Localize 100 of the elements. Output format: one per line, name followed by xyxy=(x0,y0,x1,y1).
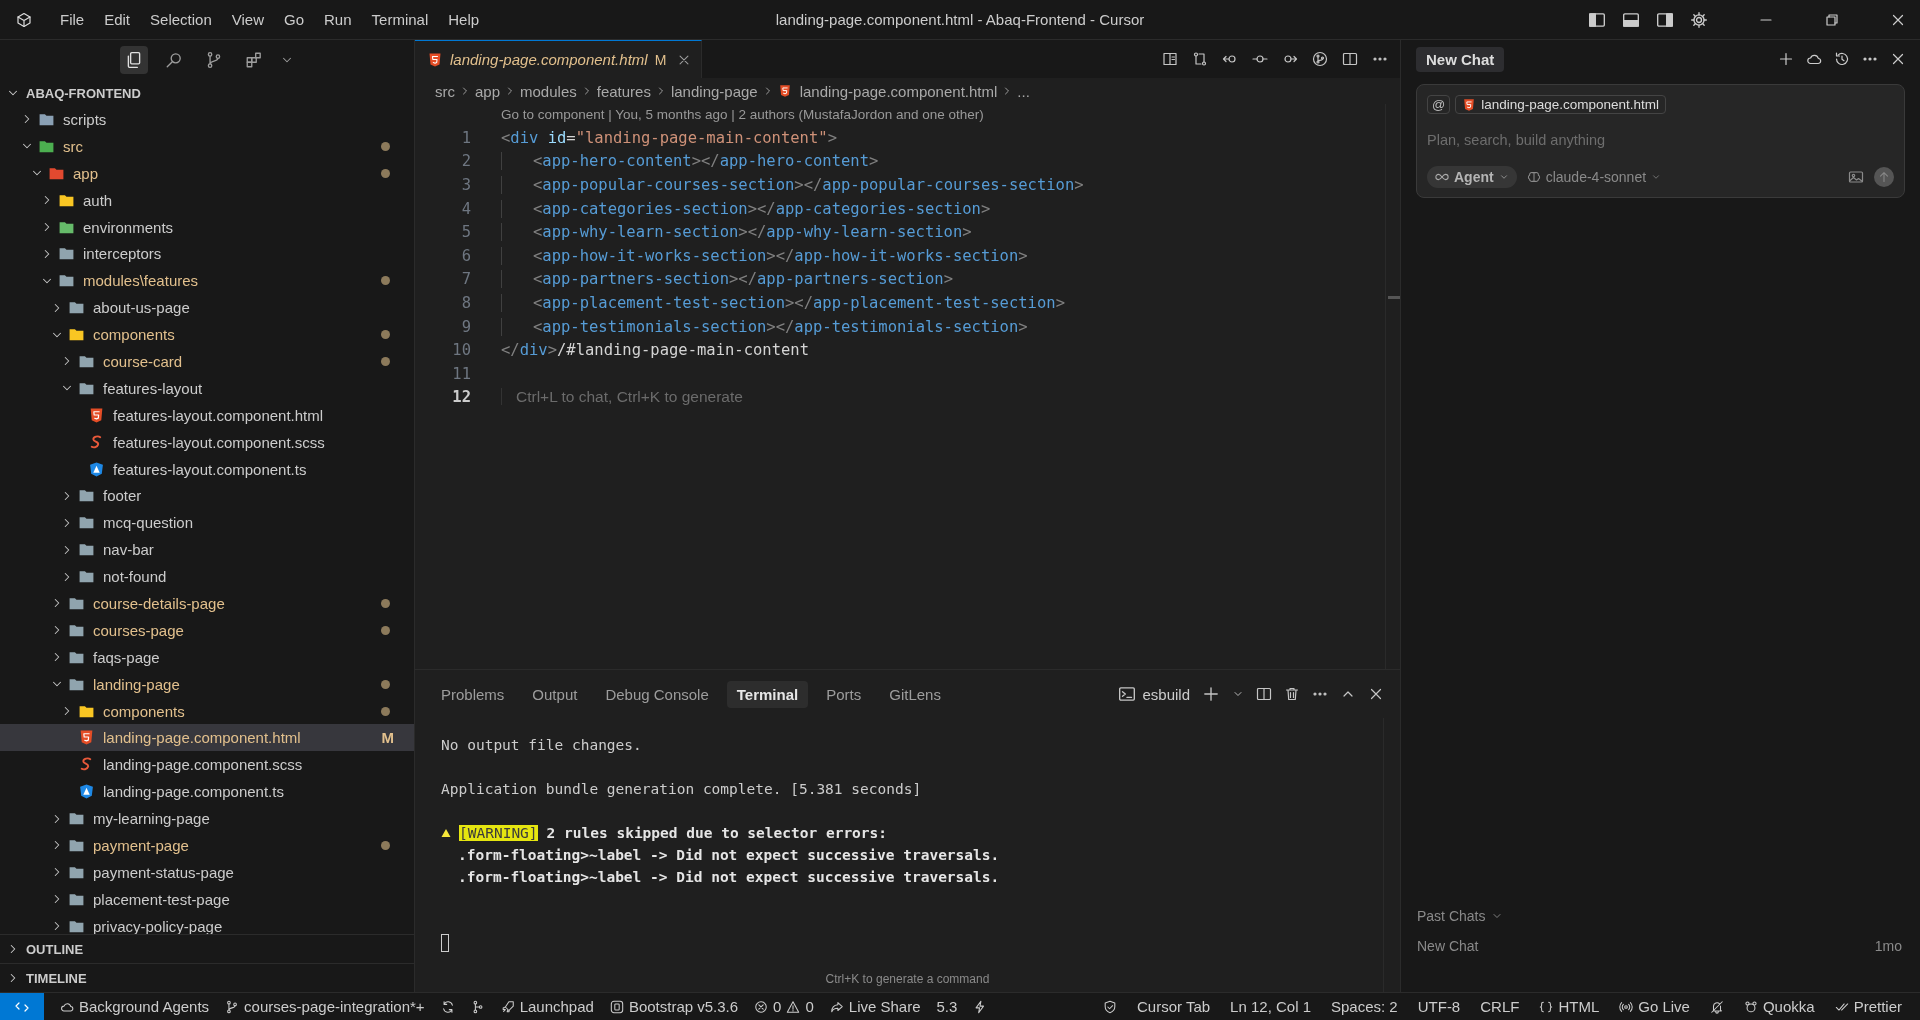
file-tree-item[interactable]: landing-page.component.ts xyxy=(0,778,414,806)
model-dropdown[interactable]: claude-4-sonnet xyxy=(1526,169,1662,185)
file-tree-item[interactable]: app xyxy=(0,159,414,187)
plus-icon[interactable] xyxy=(1202,685,1220,703)
status-item[interactable]: Ln 12, Col 1 xyxy=(1230,998,1311,1015)
status-item[interactable]: Cursor Tab xyxy=(1137,998,1211,1015)
status-item[interactable]: UTF-8 xyxy=(1417,998,1461,1015)
file-tree-item[interactable]: modules\features xyxy=(0,267,414,295)
mention-button[interactable]: @ xyxy=(1427,95,1451,114)
split-icon[interactable] xyxy=(1256,686,1272,702)
split-editor-icon[interactable] xyxy=(1342,51,1358,67)
file-tree-item[interactable]: about-us-page xyxy=(0,294,414,322)
file-tree-item[interactable]: course-card xyxy=(0,348,414,375)
file-tree-item[interactable]: footer xyxy=(0,482,414,510)
history-icon[interactable] xyxy=(1834,51,1850,67)
plus-icon[interactable] xyxy=(1778,51,1794,67)
chat-input-box[interactable]: @ landing-page.component.html Plan, search, build anything Agent claude-4-sonnet xyxy=(1416,84,1905,198)
mode-dropdown[interactable]: Agent xyxy=(1427,166,1517,188)
past-chats-header[interactable]: Past Chats xyxy=(1417,908,1486,924)
file-tree-item[interactable]: environments xyxy=(0,213,414,241)
status-item[interactable]: Spaces: 2 xyxy=(1331,998,1398,1015)
breadcrumb-item[interactable]: features xyxy=(596,82,651,100)
git-graph-icon[interactable] xyxy=(1312,51,1328,67)
file-tree-item[interactable]: features-layout.component.html xyxy=(0,401,414,429)
preview-icon[interactable] xyxy=(1162,51,1178,67)
view-tab[interactable] xyxy=(120,46,148,74)
toggle-panel-icon[interactable] xyxy=(1622,10,1640,29)
panel-tab[interactable]: Terminal xyxy=(726,680,809,708)
file-tree-item[interactable]: landing-page.component.scss xyxy=(0,751,414,779)
bell-off-icon[interactable] xyxy=(1709,999,1724,1014)
menu-item[interactable]: Selection xyxy=(150,11,212,28)
restore-icon[interactable] xyxy=(1824,11,1840,28)
compare-icon[interactable] xyxy=(1192,51,1208,67)
close-icon[interactable] xyxy=(1368,686,1384,702)
panel-tab[interactable]: Debug Console xyxy=(595,680,719,708)
code-lens[interactable]: Go to component | You, 5 months ago | 2 authors (MustafaJordon and one other) xyxy=(415,104,1385,126)
menu-item[interactable]: Help xyxy=(448,11,480,28)
file-tree-item[interactable]: placement-test-page xyxy=(0,885,414,913)
status-item[interactable]: Go Live xyxy=(1619,998,1690,1015)
section-header[interactable]: OUTLINE xyxy=(26,941,84,957)
status-item[interactable]: 5.3 xyxy=(936,998,958,1015)
status-item[interactable]: HTML xyxy=(1539,998,1600,1015)
menu-item[interactable]: Terminal xyxy=(371,11,429,28)
file-tree-item[interactable]: features-layout.component.ts xyxy=(0,455,414,483)
breadcrumb-item[interactable]: app xyxy=(475,82,501,100)
terminal-name[interactable]: esbuild xyxy=(1142,685,1190,703)
trash-icon[interactable] xyxy=(1284,686,1300,702)
file-tree-item[interactable]: not-found xyxy=(0,563,414,591)
chat-tab[interactable]: New Chat xyxy=(1416,46,1505,72)
panel-tab[interactable]: Ports xyxy=(816,680,872,708)
file-tree-item[interactable]: faqs-page xyxy=(0,643,414,671)
file-tree-item[interactable]: courses-page xyxy=(0,616,414,644)
image-icon[interactable] xyxy=(1848,169,1864,185)
menu-item[interactable]: File xyxy=(60,11,85,28)
close-icon[interactable] xyxy=(1890,51,1906,67)
menu-item[interactable]: View xyxy=(231,11,264,28)
file-tree-item[interactable]: scripts xyxy=(0,106,414,133)
editor-tab[interactable]: landing-page.component.html M xyxy=(415,40,703,78)
shield-check-icon[interactable] xyxy=(1103,999,1117,1014)
file-tree-item[interactable]: mcq-question xyxy=(0,509,414,537)
sync-icon[interactable] xyxy=(440,999,455,1014)
file-tree-item[interactable]: src xyxy=(0,132,414,160)
toggle-sidebar-icon[interactable] xyxy=(1588,10,1606,29)
panel-tab[interactable]: GitLens xyxy=(879,680,951,708)
file-tree-item[interactable]: landing-page.component.html M xyxy=(0,724,414,752)
git-graph-icon[interactable] xyxy=(470,999,485,1014)
breadcrumb-item[interactable]: modules xyxy=(520,82,577,100)
menu-item[interactable]: Run xyxy=(324,11,352,28)
breadcrumb-item[interactable]: src xyxy=(435,82,455,100)
send-button[interactable] xyxy=(1874,167,1894,187)
breadcrumb-item[interactable]: landing-page xyxy=(670,82,758,100)
file-tree-item[interactable]: privacy-policy-page xyxy=(0,912,414,934)
project-title[interactable]: ABAQ-FRONTEND xyxy=(26,85,141,101)
scrollbar[interactable] xyxy=(1385,104,1400,669)
file-tree-item[interactable]: components xyxy=(0,697,414,725)
file-tree-item[interactable]: components xyxy=(0,321,414,348)
file-tree-item[interactable]: features-layout.component.scss xyxy=(0,428,414,456)
menu-item[interactable]: Edit xyxy=(104,11,131,28)
chat-input-field[interactable]: Plan, search, build anything xyxy=(1427,122,1894,158)
status-item[interactable]: Prettier xyxy=(1834,998,1902,1015)
past-chat-title[interactable]: New Chat xyxy=(1417,938,1479,954)
section-header[interactable]: TIMELINE xyxy=(26,970,87,986)
file-tree-item[interactable]: auth xyxy=(0,186,414,214)
status-item[interactable]: CRLF xyxy=(1480,998,1520,1015)
problems-indicator[interactable]: 0 0 xyxy=(754,998,814,1015)
status-item[interactable]: Live Share xyxy=(829,998,921,1015)
file-tree-item[interactable]: payment-page xyxy=(0,832,414,859)
panel-tab[interactable]: Output xyxy=(522,680,588,708)
settings-icon[interactable] xyxy=(1690,10,1708,29)
file-tree-item[interactable]: interceptors xyxy=(0,240,414,268)
panel-tab[interactable]: Problems xyxy=(431,680,515,708)
file-tree-item[interactable]: features-layout xyxy=(0,374,414,402)
file-tree-item[interactable]: course-details-page xyxy=(0,590,414,617)
file-tree-item[interactable]: landing-page xyxy=(0,670,414,698)
file-tree-item[interactable]: payment-status-page xyxy=(0,858,414,886)
breadcrumb-item[interactable]: landing-page.component.html xyxy=(799,82,998,100)
menu-item[interactable]: Go xyxy=(284,11,304,28)
file-tree-item[interactable]: my-learning-page xyxy=(0,805,414,833)
file-tree-item[interactable]: nav-bar xyxy=(0,536,414,564)
context-file-chip[interactable]: landing-page.component.html xyxy=(1455,95,1667,114)
